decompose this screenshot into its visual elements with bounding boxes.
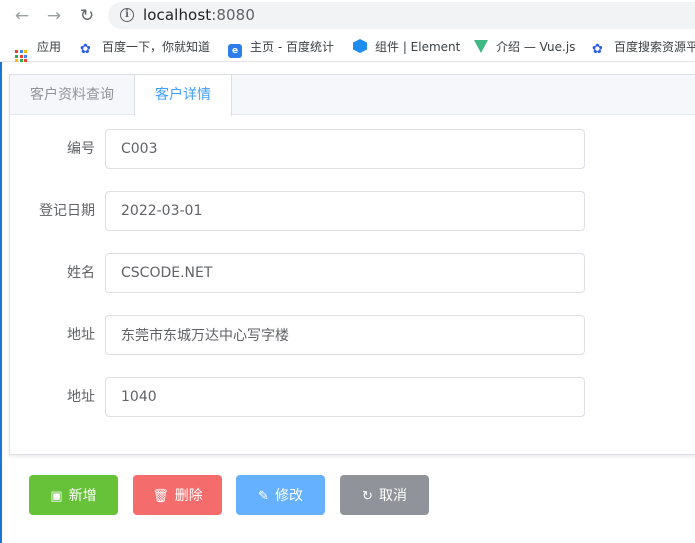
form-row-address: 地址 (10, 315, 610, 355)
bookmark-label: 应用 (37, 40, 62, 54)
delete-button[interactable]: 🗑︎ 删除 (133, 475, 222, 515)
bookmark-label: 主页 - 百度统计 (250, 40, 334, 54)
form-row-name: 姓名 (10, 253, 610, 293)
browser-toolbar: ← → ↻ i localhost:8080 (0, 0, 695, 32)
reload-icon[interactable]: ↻ (77, 6, 97, 26)
info-icon[interactable]: i (120, 8, 134, 22)
cancel-button[interactable]: ↻ 取消 (340, 475, 429, 515)
add-button-label: 新增 (68, 487, 97, 503)
back-arrow-icon[interactable]: ← (12, 6, 32, 26)
edit-pencil-icon: ✎ (258, 488, 269, 503)
edit-button-label: 修改 (274, 487, 303, 503)
baidu-paw-icon: ✿ (80, 42, 91, 57)
forward-arrow-icon[interactable]: → (44, 6, 64, 26)
url-text: localhost:8080 (143, 6, 255, 24)
id-label: 编号 (67, 141, 95, 157)
bookmark-apps[interactable]: 应用 (15, 39, 62, 62)
add-button[interactable]: ▣ 新增 (29, 475, 118, 515)
bookmark-baidu-ziyuan[interactable]: ✿ 百度搜索资源平 (592, 39, 695, 57)
vue-logo-icon (474, 40, 488, 53)
name-input[interactable] (105, 253, 585, 293)
url-port: :8080 (211, 6, 255, 24)
url-host: localhost (143, 6, 212, 24)
id-input[interactable] (105, 129, 585, 169)
address-input[interactable] (105, 315, 585, 355)
bookmark-label: 百度一下，你就知道 (102, 40, 211, 54)
address-bar[interactable]: i localhost:8080 (108, 2, 695, 29)
address-2-input[interactable] (105, 377, 585, 417)
edit-button[interactable]: ✎ 修改 (236, 475, 325, 515)
address-label: 地址 (67, 327, 95, 343)
bookmark-label: 百度搜索资源平 (614, 40, 695, 54)
bookmark-baidu-tongji[interactable]: e 主页 - 百度统计 (228, 39, 334, 58)
element-hex-icon (353, 39, 367, 53)
bookmark-element[interactable]: 组件 | Element (353, 39, 460, 57)
tab-bar: 客户资料查询 客户详情 (10, 75, 695, 116)
register-date-input[interactable] (105, 191, 585, 231)
add-document-icon: ▣ (50, 488, 63, 503)
trash-icon: 🗑︎ (152, 488, 169, 503)
register-date-label: 登记日期 (39, 203, 95, 219)
bookmark-baidu[interactable]: ✿ 百度一下，你就知道 (80, 39, 210, 57)
refresh-icon: ↻ (362, 488, 373, 503)
baidu-paw-icon: ✿ (592, 42, 603, 57)
apps-grid-icon (15, 50, 27, 62)
bookmark-label: 介绍 — Vue.js (496, 40, 576, 54)
name-label: 姓名 (67, 265, 95, 281)
form-row-id: 编号 (10, 129, 610, 169)
cancel-button-label: 取消 (378, 487, 407, 503)
delete-button-label: 删除 (174, 487, 203, 503)
baidu-tongji-icon: e (228, 44, 242, 58)
address-2-label: 地址 (67, 389, 95, 405)
customer-tabs-card: 客户资料查询 客户详情 编号 登记日期 姓名 地址 地址 (9, 74, 695, 455)
tab-customer-detail[interactable]: 客户详情 (134, 75, 232, 116)
bookmarks-bar: 应用 ✿ 百度一下，你就知道 e 主页 - 百度统计 组件 | Element 介绍… (0, 32, 695, 62)
form-row-address-2: 地址 (10, 377, 610, 417)
bookmark-vue[interactable]: 介绍 — Vue.js (474, 39, 575, 57)
bookmark-label: 组件 | Element (375, 40, 461, 54)
tab-customer-query[interactable]: 客户资料查询 (10, 75, 134, 115)
form-row-date: 登记日期 (10, 191, 610, 231)
page-left-edge (0, 62, 2, 543)
